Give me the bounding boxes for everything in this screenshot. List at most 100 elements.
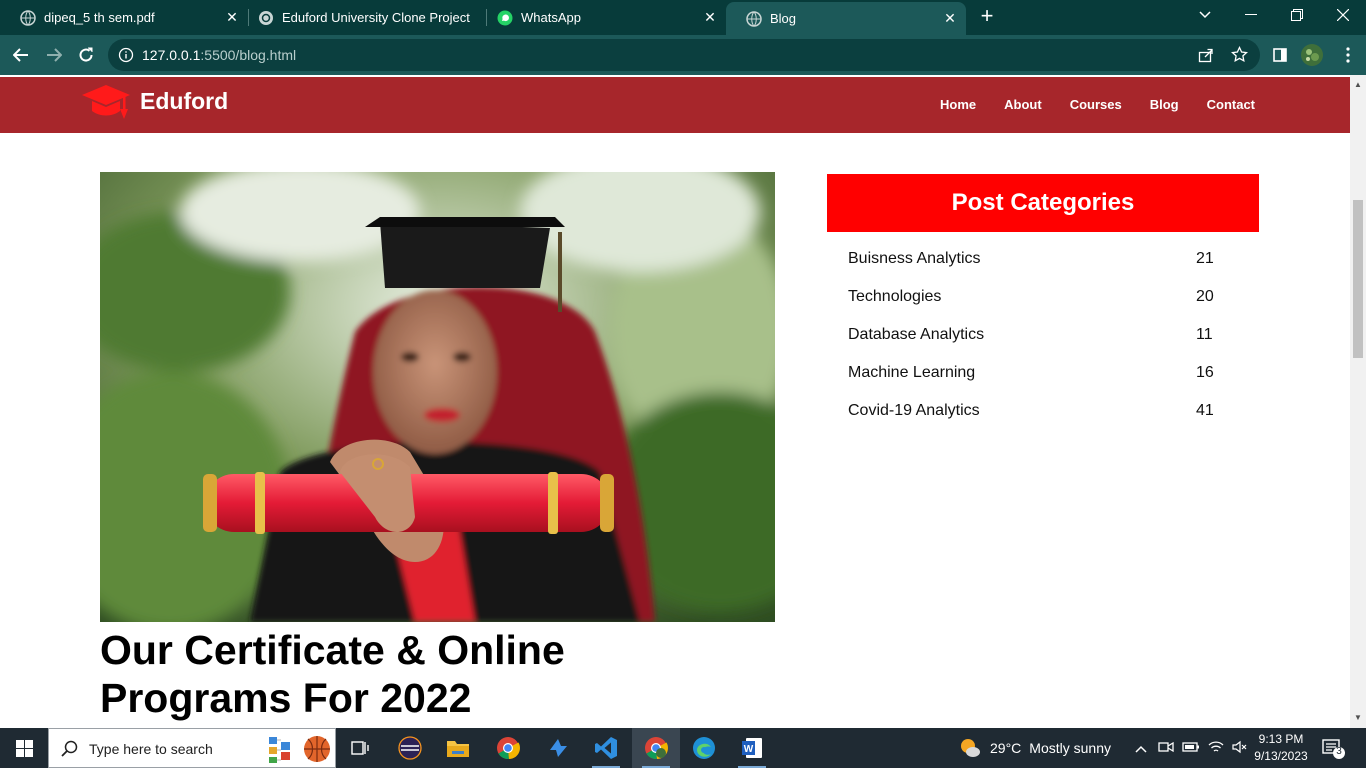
category-name: Database Analytics <box>848 326 985 343</box>
browser-menu-icon[interactable] <box>1336 43 1360 67</box>
browser-tab-pdf[interactable]: dipeq_5 th sem.pdf ✕ <box>0 0 248 35</box>
taskbar-app-vscode[interactable] <box>582 728 630 768</box>
taskbar-app-eclipse[interactable] <box>386 728 434 768</box>
graduation-cap-icon <box>82 83 130 128</box>
site-info-icon[interactable] <box>118 47 134 63</box>
close-window-button[interactable] <box>1320 0 1366 30</box>
clock-time: 9:13 PM <box>1258 732 1304 746</box>
nav-blog[interactable]: Blog <box>1150 97 1179 112</box>
partly-sunny-icon <box>961 739 980 757</box>
graduate-photo <box>100 172 775 622</box>
url-text: 127.0.0.1:5500/blog.html <box>142 47 296 63</box>
site-logo[interactable]: Eduford <box>82 83 228 128</box>
task-view-icon <box>351 741 369 755</box>
restore-button[interactable] <box>1274 0 1320 30</box>
nav-about[interactable]: About <box>1004 97 1042 112</box>
minimize-button[interactable] <box>1228 0 1274 30</box>
site-header: Eduford Home About Courses Blog Contact <box>0 77 1350 133</box>
taskbar-app-chrome-profile[interactable] <box>632 728 680 768</box>
brand-name: Eduford <box>140 88 229 114</box>
post-title-line-1: Our Certificate & Online <box>100 627 565 673</box>
scroll-thumb[interactable] <box>1353 200 1363 358</box>
browser-tab-strip: dipeq_5 th sem.pdf ✕ Eduford University … <box>0 0 1366 35</box>
blue-arrow-app-icon <box>550 739 567 757</box>
share-icon[interactable] <box>1198 47 1214 68</box>
chatgpt-icon <box>258 10 274 26</box>
taskbar-search-box[interactable]: Type here to search <box>48 728 336 768</box>
taskbar-app-chrome[interactable] <box>484 728 532 768</box>
windows-taskbar: Type here to search W 29°C Mostly sunny <box>0 728 1366 768</box>
reload-icon[interactable] <box>74 43 98 67</box>
weather-widget[interactable]: 29°C Mostly sunny <box>958 728 1111 768</box>
page-scrollbar[interactable]: ▲ ▼ <box>1350 75 1366 728</box>
url-host: 127.0.0.1 <box>142 47 201 63</box>
taskbar-app-file-explorer[interactable] <box>434 728 482 768</box>
chevron-up-icon[interactable] <box>1132 740 1150 756</box>
category-item[interactable]: Database Analytics 11 <box>827 316 1259 354</box>
edge-icon <box>693 737 715 759</box>
tab-title: WhatsApp <box>521 10 581 25</box>
category-name: Covid-19 Analytics <box>848 402 980 419</box>
close-tab-icon[interactable]: ✕ <box>700 8 720 28</box>
browser-tab-whatsapp[interactable]: WhatsApp ✕ <box>477 0 726 35</box>
browser-tab-eduford[interactable]: Eduford University Clone Project <box>238 0 486 35</box>
url-path: :5500/blog.html <box>200 47 297 63</box>
taskbar-app-edge[interactable] <box>680 728 728 768</box>
category-count: 20 <box>1196 288 1214 305</box>
categories-list: Buisness Analytics 21 Technologies 20 Da… <box>827 240 1259 430</box>
wifi-icon[interactable] <box>1208 740 1224 757</box>
word-icon: W <box>742 738 762 758</box>
search-placeholder: Type here to search <box>89 741 213 757</box>
browser-toolbar: 127.0.0.1:5500/blog.html <box>0 35 1366 75</box>
category-item[interactable]: Machine Learning 16 <box>827 354 1259 392</box>
post-hero-image <box>100 172 775 622</box>
category-item[interactable]: Covid-19 Analytics 41 <box>827 392 1259 430</box>
nav-home[interactable]: Home <box>940 97 976 112</box>
taskbar-app-word[interactable]: W <box>728 728 776 768</box>
main-nav: Home About Courses Blog Contact <box>912 97 1255 112</box>
scroll-down-arrow-icon[interactable]: ▼ <box>1354 714 1362 722</box>
scroll-up-arrow-icon[interactable]: ▲ <box>1354 81 1362 89</box>
bookmark-star-icon[interactable] <box>1231 45 1248 68</box>
category-count: 11 <box>1196 326 1213 343</box>
system-tray <box>1132 728 1248 768</box>
tab-title: dipeq_5 th sem.pdf <box>44 10 155 25</box>
category-item[interactable]: Buisness Analytics 21 <box>827 240 1259 278</box>
whatsapp-icon <box>497 10 513 26</box>
back-arrow-icon[interactable] <box>9 43 33 67</box>
tab-search-chevron-icon[interactable] <box>1182 0 1228 30</box>
category-name: Machine Learning <box>848 364 976 381</box>
nav-courses[interactable]: Courses <box>1070 97 1122 112</box>
category-count: 41 <box>1196 402 1214 419</box>
meet-now-icon[interactable] <box>1158 740 1174 757</box>
taskbar-app-feedback[interactable] <box>534 728 582 768</box>
new-tab-button[interactable]: + <box>976 5 998 28</box>
battery-icon[interactable] <box>1182 740 1200 756</box>
tab-title: Eduford University Clone Project <box>282 10 470 25</box>
task-view-button[interactable] <box>336 728 384 768</box>
category-item[interactable]: Technologies 20 <box>827 278 1259 316</box>
clock-date: 9/13/2023 <box>1254 749 1308 763</box>
page-viewport: Eduford Home About Courses Blog Contact <box>0 75 1350 728</box>
notification-count: 3 <box>1336 746 1342 757</box>
category-name: Technologies <box>848 288 942 305</box>
windows-start-button[interactable] <box>0 728 48 768</box>
globe-icon <box>746 10 762 27</box>
side-panel-icon[interactable] <box>1268 43 1292 67</box>
browser-tab-blog[interactable]: Blog ✕ <box>726 2 966 35</box>
notification-center-button[interactable]: 3 <box>1322 738 1346 765</box>
chrome-icon <box>497 737 520 760</box>
weather-text: Mostly sunny <box>1029 740 1111 756</box>
forward-arrow-icon[interactable] <box>42 43 66 67</box>
nav-contact[interactable]: Contact <box>1207 97 1255 112</box>
address-bar[interactable]: 127.0.0.1:5500/blog.html <box>108 39 1260 71</box>
folder-icon <box>447 741 469 757</box>
search-icon <box>61 740 78 762</box>
taskbar-clock[interactable]: 9:13 PM 9/13/2023 <box>1246 731 1316 765</box>
category-name: Buisness Analytics <box>848 250 981 267</box>
profile-avatar[interactable] <box>1300 43 1324 67</box>
post-categories-panel: Post Categories Buisness Analytics 21 Te… <box>827 174 1259 430</box>
category-count: 21 <box>1196 250 1214 267</box>
eclipse-icon <box>398 736 422 760</box>
close-tab-icon[interactable]: ✕ <box>940 9 960 29</box>
